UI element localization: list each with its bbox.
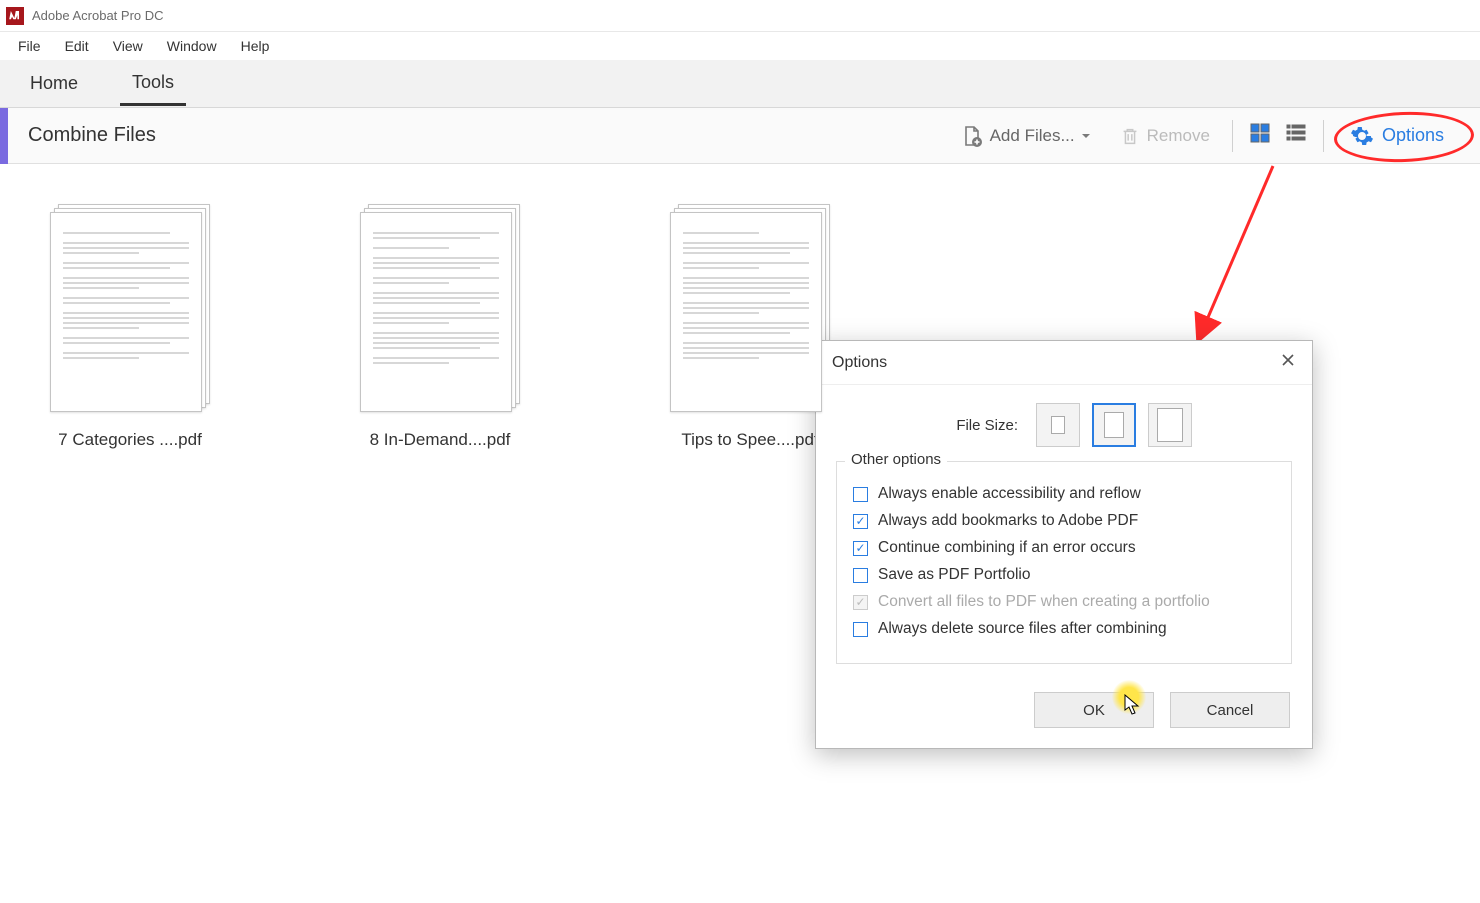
remove-label: Remove	[1147, 126, 1210, 146]
check-label: Always delete source files after combini…	[878, 620, 1167, 638]
chevron-down-icon	[1081, 131, 1091, 141]
check-delete-source[interactable]: Always delete source files after combini…	[853, 620, 1275, 638]
check-bookmarks[interactable]: ✓ Always add bookmarks to Adobe PDF	[853, 512, 1275, 530]
file-size-label: File Size:	[956, 417, 1018, 434]
dialog-header: Options	[816, 341, 1312, 385]
checkbox-icon: ✓	[853, 514, 868, 529]
add-file-icon	[960, 124, 984, 148]
page-title: Combine Files	[28, 124, 156, 147]
file-size-large[interactable]	[1148, 403, 1192, 447]
view-grid-button[interactable]	[1249, 122, 1271, 149]
view-toggle	[1249, 122, 1307, 149]
checkbox-icon: ✓	[853, 541, 868, 556]
dialog-footer: OK Cancel	[816, 678, 1312, 748]
tabbar: Home Tools	[0, 60, 1480, 108]
toolbar: Combine Files Add Files... Remove	[0, 108, 1480, 164]
check-accessibility[interactable]: Always enable accessibility and reflow	[853, 485, 1275, 503]
tab-tools[interactable]: Tools	[120, 62, 186, 106]
checkbox-icon	[853, 487, 868, 502]
dialog-title: Options	[832, 354, 887, 372]
close-button[interactable]	[1276, 348, 1300, 377]
file-thumb-label: 7 Categories ....pdf	[58, 430, 202, 450]
app-icon	[6, 7, 24, 25]
file-size-medium[interactable]	[1092, 403, 1136, 447]
check-label: Save as PDF Portfolio	[878, 566, 1030, 584]
trash-icon	[1119, 125, 1141, 147]
options-dialog: Options File Size: Other options Always …	[815, 340, 1313, 749]
file-size-small[interactable]	[1036, 403, 1080, 447]
titlebar: Adobe Acrobat Pro DC	[0, 0, 1480, 32]
menu-help[interactable]: Help	[229, 34, 282, 58]
ok-button[interactable]: OK	[1034, 692, 1154, 728]
menu-edit[interactable]: Edit	[53, 34, 101, 58]
other-options-fieldset: Other options Always enable accessibilit…	[836, 461, 1292, 664]
cancel-button[interactable]: Cancel	[1170, 692, 1290, 728]
menu-window[interactable]: Window	[155, 34, 229, 58]
options-button[interactable]: Options	[1340, 120, 1454, 152]
add-files-label: Add Files...	[990, 126, 1075, 146]
menubar: File Edit View Window Help	[0, 32, 1480, 60]
check-convert-portfolio: ✓ Convert all files to PDF when creating…	[853, 593, 1275, 611]
file-thumb-1[interactable]: 8 In-Demand....pdf	[340, 204, 540, 450]
file-thumb-label: Tips to Spee....pdf	[681, 430, 818, 450]
checkbox-icon	[853, 568, 868, 583]
file-thumb-0[interactable]: 7 Categories ....pdf	[30, 204, 230, 450]
checkbox-icon: ✓	[853, 595, 868, 610]
fieldset-legend: Other options	[845, 451, 947, 468]
toolbar-separator	[1232, 120, 1233, 152]
gear-icon	[1350, 124, 1374, 148]
menu-view[interactable]: View	[101, 34, 155, 58]
check-label: Always enable accessibility and reflow	[878, 485, 1141, 503]
add-files-button[interactable]: Add Files...	[954, 120, 1097, 152]
remove-button[interactable]: Remove	[1113, 121, 1216, 151]
toolbar-separator-2	[1323, 120, 1324, 152]
app-title: Adobe Acrobat Pro DC	[32, 8, 164, 23]
options-label: Options	[1382, 125, 1444, 146]
check-save-portfolio[interactable]: Save as PDF Portfolio	[853, 566, 1275, 584]
check-label: Always add bookmarks to Adobe PDF	[878, 512, 1138, 530]
check-label: Continue combining if an error occurs	[878, 539, 1136, 557]
file-thumb-label: 8 In-Demand....pdf	[370, 430, 511, 450]
check-label: Convert all files to PDF when creating a…	[878, 593, 1210, 611]
accent-strip	[0, 108, 8, 164]
close-icon	[1280, 352, 1296, 368]
view-list-button[interactable]	[1285, 122, 1307, 149]
file-size-row: File Size:	[836, 403, 1292, 447]
menu-file[interactable]: File	[6, 34, 53, 58]
checkbox-icon	[853, 622, 868, 637]
check-continue-on-error[interactable]: ✓ Continue combining if an error occurs	[853, 539, 1275, 557]
tab-home[interactable]: Home	[18, 63, 90, 104]
